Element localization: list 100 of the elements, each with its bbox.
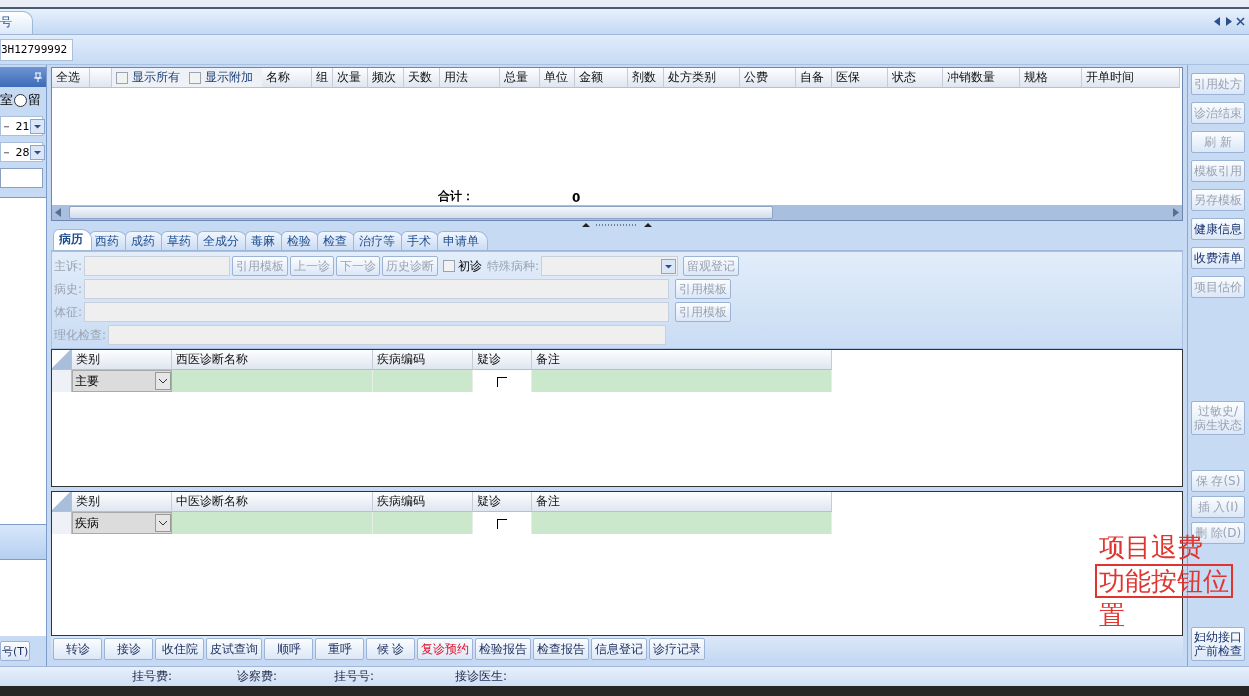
field-label: 理化检查:: [54, 326, 107, 344]
scroll-right-icon[interactable]: [1225, 17, 1232, 26]
record-tab[interactable]: 申请单: [437, 231, 488, 250]
side-button[interactable]: 收费清单: [1191, 247, 1245, 269]
record-tab[interactable]: 草药: [161, 231, 200, 250]
pin-icon[interactable]: [34, 72, 42, 82]
chevron-down-icon[interactable]: [155, 514, 171, 532]
table-cell[interactable]: [532, 370, 832, 392]
action-button[interactable]: 转诊: [53, 638, 102, 660]
record-tab[interactable]: 检查: [317, 231, 356, 250]
column-header[interactable]: 备注: [532, 350, 832, 370]
action-button[interactable]: 候 诊: [366, 638, 415, 660]
column-header[interactable]: 类别: [72, 492, 172, 512]
record-tab[interactable]: 检验: [281, 231, 320, 250]
action-button[interactable]: 重呼: [315, 638, 364, 660]
column-header[interactable]: 中医诊断名称: [172, 492, 373, 512]
checkbox[interactable]: [189, 71, 201, 84]
status-label: 挂号费:: [132, 668, 174, 685]
radio-button[interactable]: [14, 93, 27, 107]
column-header[interactable]: 处方类别: [664, 68, 740, 88]
splitter-grip-icon[interactable]: [582, 222, 652, 228]
close-icon[interactable]: [1236, 17, 1245, 26]
action-button[interactable]: 顺呼: [264, 638, 313, 660]
column-header[interactable]: 全选: [52, 68, 90, 88]
column-header[interactable]: 总量: [500, 68, 540, 88]
chevron-down-icon[interactable]: [155, 372, 171, 390]
search-field[interactable]: [0, 168, 43, 188]
table-cell[interactable]: [532, 512, 832, 534]
annotation-text: 置: [1099, 599, 1125, 632]
record-tab[interactable]: 毒麻: [245, 231, 284, 250]
side-button[interactable]: 妇幼接口产前检查: [1191, 627, 1245, 661]
column-header[interactable]: 频次: [368, 68, 404, 88]
action-button[interactable]: 信息登记: [591, 638, 647, 660]
date-field[interactable]: － 21: [0, 116, 43, 136]
action-button[interactable]: 检验报告: [475, 638, 531, 660]
action-button[interactable]: 收住院: [155, 638, 204, 660]
signs-field[interactable]: [84, 302, 670, 322]
checkbox[interactable]: [116, 71, 128, 84]
column-header[interactable]: 公费: [740, 68, 796, 88]
side-button[interactable]: 健康信息: [1191, 218, 1245, 240]
category-dropdown[interactable]: 主要: [72, 370, 172, 392]
column-header[interactable]: 西医诊断名称: [172, 350, 373, 370]
checkbox[interactable]: [497, 377, 507, 387]
column-header[interactable]: 开单时间: [1082, 68, 1180, 88]
table-cell[interactable]: [373, 512, 473, 534]
column-header[interactable]: 剂数: [628, 68, 664, 88]
column-header[interactable]: 单位: [540, 68, 575, 88]
scroll-left-icon[interactable]: [1214, 17, 1221, 26]
action-button[interactable]: 诊疗记录: [649, 638, 705, 660]
panel-button[interactable]: 号(T): [0, 641, 31, 661]
column-header[interactable]: 状态: [888, 68, 943, 88]
checkbox[interactable]: [497, 519, 507, 529]
action-button[interactable]: 检查报告: [533, 638, 589, 660]
column-header[interactable]: 类别: [72, 350, 172, 370]
action-button[interactable]: 皮试查询: [206, 638, 262, 660]
column-header[interactable]: 次量: [333, 68, 368, 88]
column-header[interactable]: [90, 68, 112, 88]
record-tab[interactable]: 成药: [125, 231, 164, 250]
column-header[interactable]: 名称: [262, 68, 312, 88]
checkbox-label: 显示所有: [132, 69, 180, 86]
column-header[interactable]: 自备: [796, 68, 832, 88]
table-cell[interactable]: [172, 512, 373, 534]
category-dropdown[interactable]: 疾病: [72, 512, 172, 534]
scroll-right-icon[interactable]: [1170, 206, 1182, 219]
record-tab[interactable]: 治疗等: [353, 231, 404, 250]
column-header[interactable]: 天数: [404, 68, 440, 88]
checkbox-label: 初诊: [458, 257, 483, 275]
table-cell[interactable]: [373, 370, 473, 392]
action-button[interactable]: 接诊: [104, 638, 153, 660]
lab-field[interactable]: [108, 325, 667, 345]
checkbox[interactable]: [443, 260, 456, 272]
column-header[interactable]: 金额: [575, 68, 628, 88]
record-tab[interactable]: 全成分: [197, 231, 248, 250]
complaint-field[interactable]: [84, 256, 231, 276]
date-field[interactable]: － 28: [0, 142, 43, 162]
history-field[interactable]: [84, 279, 670, 299]
record-tab[interactable]: 病历: [53, 229, 92, 250]
column-header[interactable]: 备注: [532, 492, 832, 512]
column-header[interactable]: 疑诊: [473, 492, 532, 512]
record-tab[interactable]: 手术: [401, 231, 440, 250]
field-label: 特殊病种:: [487, 257, 540, 275]
field-label: 病史:: [54, 280, 83, 298]
scroll-left-icon[interactable]: [52, 206, 64, 219]
table-cell[interactable]: [172, 370, 373, 392]
total-label: 合计：: [438, 188, 474, 205]
column-header[interactable]: 冲销数量: [943, 68, 1020, 88]
column-header[interactable]: 医保: [832, 68, 888, 88]
window-tab[interactable]: 号: [0, 11, 33, 34]
column-header[interactable]: 规格: [1020, 68, 1082, 88]
column-header[interactable]: 疑诊: [473, 350, 532, 370]
status-label: 诊察费:: [237, 668, 279, 685]
grid-corner: [52, 350, 72, 370]
patient-id-field[interactable]: 3H12799992: [0, 38, 73, 61]
column-header[interactable]: 用法: [440, 68, 500, 88]
column-header[interactable]: 疾病编码: [373, 350, 473, 370]
action-button[interactable]: 复诊预约: [417, 638, 473, 660]
horizontal-scrollbar[interactable]: [52, 205, 1182, 220]
column-header[interactable]: 组: [312, 68, 333, 88]
field-label: 主诉:: [54, 257, 83, 275]
column-header[interactable]: 疾病编码: [373, 492, 473, 512]
